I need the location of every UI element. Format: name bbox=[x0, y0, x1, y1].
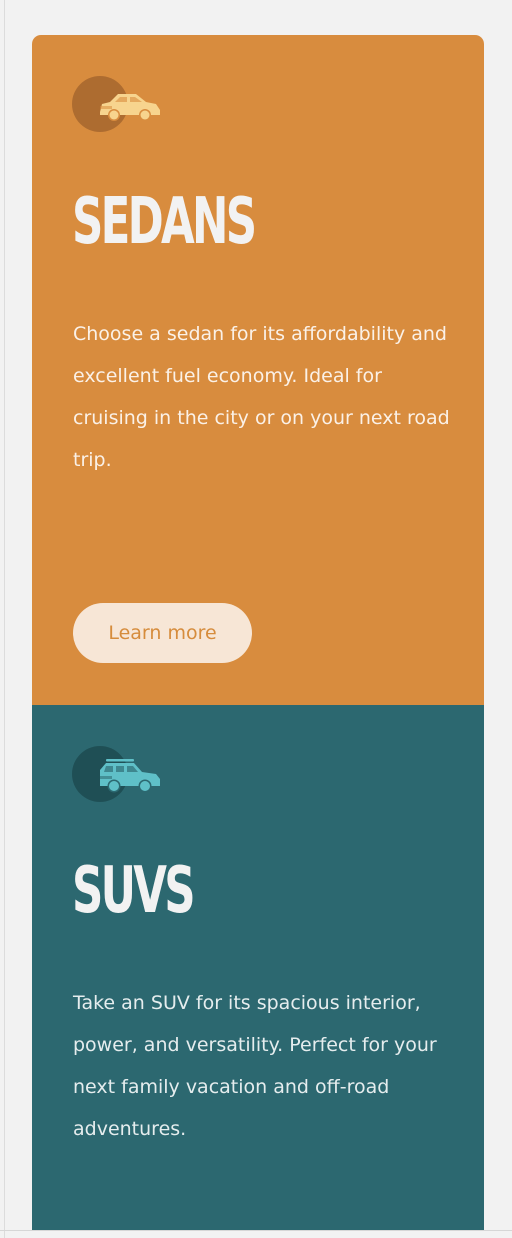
sedans-title: SEDANS bbox=[72, 185, 257, 259]
page-bottom-divider bbox=[0, 1230, 512, 1231]
sedan-icon-group bbox=[72, 76, 162, 132]
suvs-title: SUVS bbox=[72, 854, 196, 928]
suvs-card: SUVS Take an SUV for its spacious interi… bbox=[32, 705, 484, 1230]
sedans-description: Choose a sedan for its affordability and… bbox=[73, 323, 450, 471]
suv-icon-group bbox=[72, 746, 162, 802]
car-cards: SEDANS Choose a sedan for its affordabil… bbox=[32, 35, 484, 1230]
page-left-border bbox=[4, 0, 5, 1238]
sedans-card: SEDANS Choose a sedan for its affordabil… bbox=[32, 35, 484, 705]
suvs-description: Take an SUV for its spacious interior, p… bbox=[73, 992, 437, 1140]
learn-more-button[interactable]: Learn more bbox=[73, 603, 252, 663]
sedan-car-icon bbox=[100, 94, 160, 121]
suv-car-icon bbox=[100, 759, 160, 793]
